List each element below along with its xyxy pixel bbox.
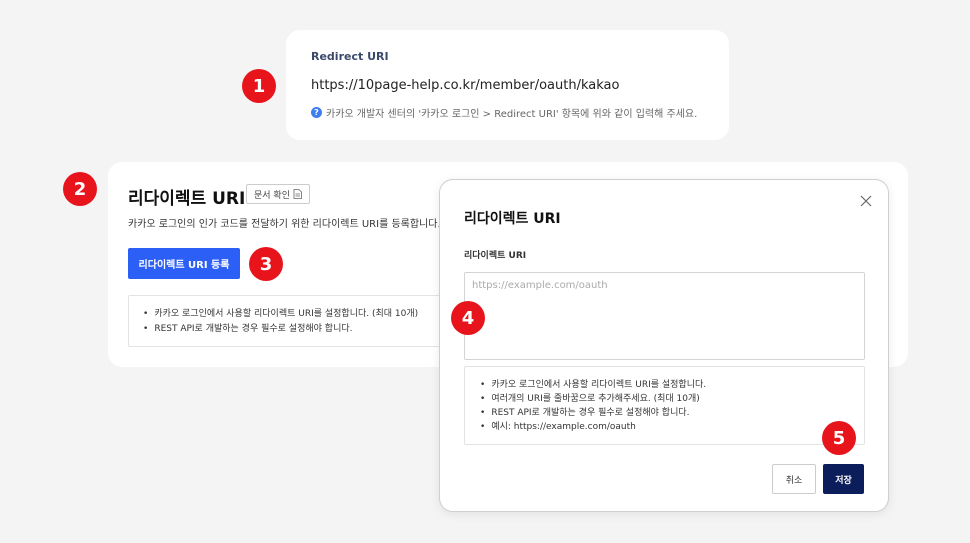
list-item: 여러개의 URI를 줄바꿈으로 추가해주세요. (최대 10개) xyxy=(480,392,864,406)
modal-info-box: 카카오 로그인에서 사용할 리다이렉트 URI를 설정합니다. 여러개의 URI… xyxy=(464,366,865,445)
modal-title: 리다이렉트 URI xyxy=(464,211,561,227)
list-item: 카카오 로그인에서 사용할 리다이렉트 URI를 설정합니다. (최대 10개) xyxy=(143,307,447,322)
list-item: 예시: https://example.com/oauth xyxy=(480,420,864,434)
section-title: 리다이렉트 URI xyxy=(128,189,246,209)
question-circle-icon: ? xyxy=(311,107,322,118)
step-badge-5: 5 xyxy=(822,421,856,455)
redirect-uri-hint: ? 카카오 개발자 센터의 '카카오 로그인 > Redirect URI' 항… xyxy=(311,105,697,120)
cancel-button[interactable]: 취소 xyxy=(772,464,816,494)
redirect-uri-field-label: 리다이렉트 URI xyxy=(464,251,527,261)
redirect-uri-modal: 리다이렉트 URI 리다이렉트 URI 카카오 로그인에서 사용할 리다이렉트 … xyxy=(439,179,889,512)
redirect-uri-label: Redirect URI xyxy=(311,50,389,63)
list-item: REST API로 개발하는 경우 필수로 설정해야 합니다. xyxy=(480,406,864,420)
step-badge-1: 1 xyxy=(242,69,276,103)
main-info-box: 카카오 로그인에서 사용할 리다이렉트 URI를 설정합니다. (최대 10개)… xyxy=(128,295,448,347)
doc-check-button[interactable]: 문서 확인 xyxy=(246,184,310,204)
save-button[interactable]: 저장 xyxy=(823,464,864,494)
step-badge-3: 3 xyxy=(249,247,283,281)
redirect-uri-value: https://10page-help.co.kr/member/oauth/k… xyxy=(311,78,620,93)
doc-check-label: 문서 확인 xyxy=(254,190,290,201)
list-item: REST API로 개발하는 경우 필수로 설정해야 합니다. xyxy=(143,322,447,337)
step-badge-4: 4 xyxy=(451,301,485,335)
section-description: 카카오 로그인의 인가 코드를 전달하기 위한 리다이렉트 URI를 등록합니다… xyxy=(128,219,441,230)
redirect-uri-input[interactable] xyxy=(464,272,865,360)
step-badge-2: 2 xyxy=(63,172,97,206)
redirect-uri-info-card: Redirect URI https://10page-help.co.kr/m… xyxy=(286,30,729,140)
list-item: 카카오 로그인에서 사용할 리다이렉트 URI를 설정합니다. xyxy=(480,378,864,392)
close-icon[interactable] xyxy=(858,193,874,209)
register-redirect-uri-button[interactable]: 리다이렉트 URI 등록 xyxy=(128,248,240,279)
document-icon xyxy=(293,189,302,199)
hint-text: 카카오 개발자 센터의 '카카오 로그인 > Redirect URI' 항목에… xyxy=(326,109,698,120)
